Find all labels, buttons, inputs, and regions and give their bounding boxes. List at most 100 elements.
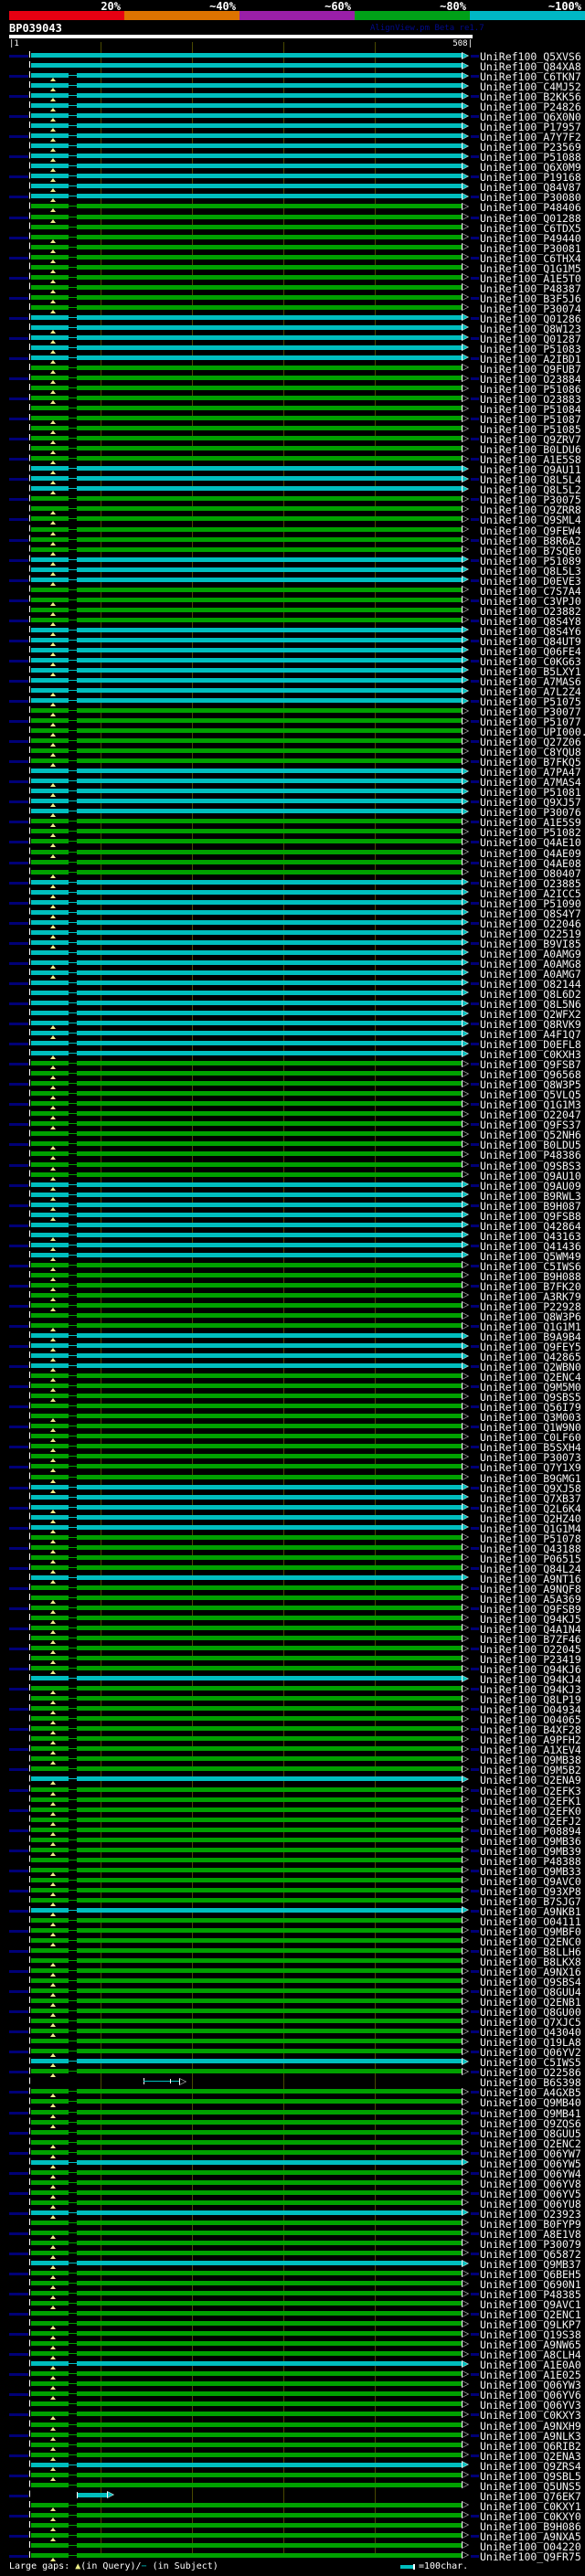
alignment-bar[interactable] bbox=[31, 426, 462, 430]
alignment-bar[interactable] bbox=[31, 1383, 462, 1388]
alignment-bar[interactable] bbox=[31, 1444, 462, 1448]
alignment-bar[interactable] bbox=[31, 618, 462, 622]
alignment-bar[interactable] bbox=[31, 960, 462, 965]
alignment-bar[interactable] bbox=[31, 1888, 462, 1892]
alignment-bar[interactable] bbox=[31, 1323, 462, 1328]
hit-label[interactable]: UniRef100_Q9FR75 bbox=[480, 2550, 581, 2563]
alignment-bar[interactable] bbox=[31, 1848, 462, 1852]
alignment-bar[interactable] bbox=[31, 476, 462, 481]
alignment-bar[interactable] bbox=[31, 1343, 462, 1348]
alignment-bar[interactable] bbox=[31, 73, 462, 78]
alignment-bar[interactable] bbox=[31, 1828, 462, 1832]
alignment-bar[interactable] bbox=[31, 1787, 462, 1792]
alignment-bar[interactable] bbox=[31, 2543, 462, 2548]
alignment-bar[interactable] bbox=[31, 678, 462, 683]
alignment-bar[interactable] bbox=[31, 2533, 462, 2538]
alignment-bar[interactable] bbox=[31, 103, 462, 108]
alignment-bar[interactable] bbox=[31, 1838, 462, 1842]
alignment-bar[interactable] bbox=[31, 1414, 462, 1418]
alignment-bar[interactable] bbox=[31, 2160, 462, 2165]
alignment-bar[interactable] bbox=[31, 2371, 462, 2376]
alignment-bar[interactable] bbox=[31, 1756, 462, 1761]
alignment-bar[interactable] bbox=[31, 436, 462, 440]
alignment-bar[interactable] bbox=[31, 1515, 462, 1520]
alignment-bar[interactable] bbox=[31, 1151, 462, 1156]
alignment-bar[interactable] bbox=[31, 1868, 462, 1872]
alignment-bar[interactable] bbox=[31, 628, 462, 632]
alignment-bar[interactable] bbox=[31, 376, 462, 380]
alignment-bar[interactable] bbox=[31, 83, 462, 88]
alignment-bar[interactable] bbox=[31, 1646, 462, 1650]
alignment-bar[interactable] bbox=[31, 2341, 462, 2346]
alignment-bar[interactable] bbox=[31, 1293, 462, 1298]
alignment-bar[interactable] bbox=[31, 2433, 462, 2437]
alignment-bar[interactable] bbox=[31, 2513, 462, 2518]
alignment-bar[interactable] bbox=[31, 1061, 462, 1065]
alignment-bar[interactable] bbox=[31, 950, 462, 955]
alignment-bar[interactable] bbox=[31, 2261, 462, 2265]
alignment-bar[interactable] bbox=[31, 2291, 462, 2295]
alignment-bar[interactable] bbox=[31, 829, 462, 833]
alignment-bar[interactable] bbox=[31, 1535, 462, 1540]
alignment-bar[interactable] bbox=[31, 446, 462, 451]
alignment-bar[interactable] bbox=[31, 1525, 462, 1530]
alignment-bar[interactable] bbox=[31, 154, 462, 158]
alignment-bar[interactable] bbox=[31, 355, 462, 360]
alignment-bar[interactable] bbox=[31, 1585, 462, 1590]
alignment-bar[interactable] bbox=[31, 1736, 462, 1741]
alignment-bar[interactable] bbox=[31, 1858, 462, 1862]
alignment-bar[interactable] bbox=[31, 1485, 462, 1489]
alignment-bar[interactable] bbox=[31, 860, 462, 864]
alignment-bar[interactable] bbox=[31, 1968, 462, 1973]
alignment-bar[interactable] bbox=[31, 1021, 462, 1025]
alignment-bar[interactable] bbox=[31, 1131, 462, 1136]
alignment-bar[interactable] bbox=[31, 1333, 462, 1338]
alignment-bar[interactable] bbox=[31, 1213, 462, 1217]
alignment-bar[interactable] bbox=[31, 1626, 462, 1630]
alignment-bar[interactable] bbox=[31, 2140, 462, 2145]
alignment-bar[interactable] bbox=[31, 1353, 462, 1358]
alignment-bar[interactable] bbox=[31, 93, 462, 98]
alignment-bar[interactable] bbox=[31, 1776, 462, 1781]
alignment-bar[interactable] bbox=[31, 2231, 462, 2235]
alignment-bar[interactable] bbox=[31, 2453, 462, 2457]
alignment-bar[interactable] bbox=[31, 1606, 462, 1610]
alignment-bar[interactable] bbox=[31, 1706, 462, 1711]
alignment-bar[interactable] bbox=[31, 466, 462, 471]
alignment-bar[interactable] bbox=[31, 910, 462, 915]
alignment-bar[interactable] bbox=[31, 588, 462, 592]
alignment-bar[interactable] bbox=[31, 930, 462, 935]
alignment-bar[interactable] bbox=[31, 1031, 462, 1035]
alignment-bar[interactable] bbox=[31, 1203, 462, 1207]
alignment-bar[interactable] bbox=[31, 1545, 462, 1550]
alignment-bar[interactable] bbox=[31, 174, 462, 178]
alignment-bar[interactable] bbox=[31, 1948, 462, 1953]
alignment-bar[interactable] bbox=[31, 1313, 462, 1318]
alignment-bar[interactable] bbox=[31, 1011, 462, 1015]
alignment-bar[interactable] bbox=[31, 164, 462, 168]
alignment-bar[interactable] bbox=[31, 1666, 462, 1670]
alignment-bar[interactable] bbox=[78, 2493, 107, 2497]
alignment-bar[interactable] bbox=[31, 2361, 462, 2366]
alignment-bar[interactable] bbox=[31, 890, 462, 895]
alignment-bar[interactable] bbox=[31, 1898, 462, 1903]
alignment-bar[interactable] bbox=[31, 1193, 462, 1197]
alignment-bar[interactable] bbox=[31, 1424, 462, 1428]
alignment-bar[interactable] bbox=[31, 991, 462, 995]
alignment-bar[interactable] bbox=[31, 1243, 462, 1247]
alignment-bar[interactable] bbox=[31, 2210, 462, 2215]
alignment-bar[interactable] bbox=[31, 1505, 462, 1510]
alignment-bar[interactable] bbox=[31, 1233, 462, 1237]
alignment-bar[interactable] bbox=[31, 335, 462, 340]
alignment-bar[interactable] bbox=[31, 315, 462, 320]
alignment-bar[interactable] bbox=[31, 1081, 462, 1086]
alignment-bar[interactable] bbox=[31, 1797, 462, 1802]
alignment-bar[interactable] bbox=[31, 2391, 462, 2396]
alignment-bar[interactable] bbox=[31, 1565, 462, 1570]
alignment-bar[interactable] bbox=[31, 527, 462, 532]
alignment-bar[interactable] bbox=[31, 516, 462, 521]
alignment-bar[interactable] bbox=[31, 1908, 462, 1913]
alignment-bar[interactable] bbox=[31, 547, 462, 552]
alignment-bar[interactable] bbox=[31, 2019, 462, 2023]
alignment-bar[interactable] bbox=[31, 2463, 462, 2467]
